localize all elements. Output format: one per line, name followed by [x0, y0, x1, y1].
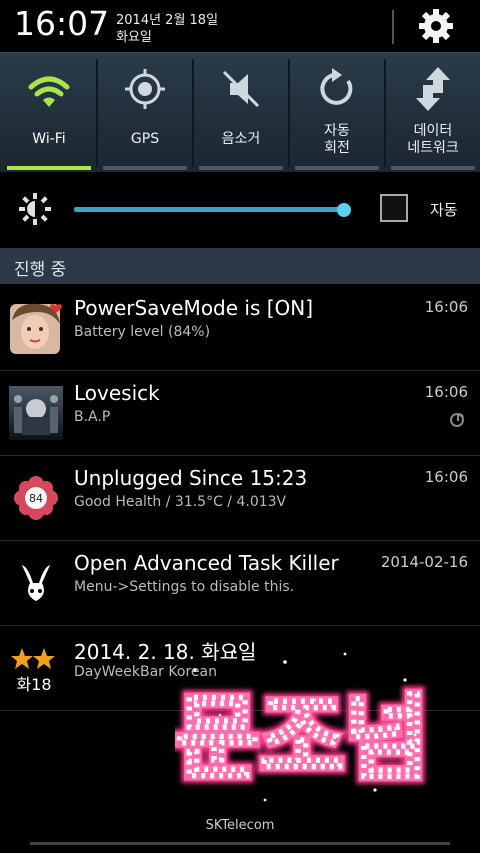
tile-status-bar — [391, 166, 475, 170]
brightness-slider-handle[interactable] — [337, 203, 352, 217]
tile-label: GPS — [130, 131, 160, 147]
brightness-slider-track[interactable] — [74, 207, 350, 212]
notification-subtitle: Battery level (84%) — [74, 324, 211, 340]
notification-subtitle: Menu->Settings to disable this. — [74, 579, 295, 595]
person-avatar-icon — [10, 303, 62, 354]
notification-title: PowerSaveMode is [ON] — [74, 296, 314, 320]
tile-auto-rotate[interactable]: 자동 회전 — [290, 53, 386, 173]
gear-icon[interactable] — [416, 6, 456, 46]
tile-label: 음소거 — [221, 131, 261, 147]
rotate-icon — [320, 68, 353, 105]
section-title: 진행 중 — [14, 260, 67, 280]
ongoing-section-header: 진행 중 — [0, 248, 480, 284]
drag-handle[interactable] — [30, 842, 450, 845]
notification-time: 16:06 — [424, 383, 468, 401]
notification-battery[interactable]: 84 Unplugged Since 15:23 Good Health / 3… — [0, 456, 480, 541]
data-network-icon — [416, 67, 450, 111]
notification-title: Open Advanced Task Killer — [74, 551, 339, 575]
tile-label-line1: 데이터 — [413, 123, 453, 139]
tile-label: Wi-Fi — [32, 131, 66, 147]
decor-text-sparkle: 문조넘 — [175, 685, 429, 792]
tile-wifi[interactable]: Wi-Fi — [2, 53, 98, 173]
tile-status-bar — [7, 166, 91, 170]
mute-icon — [222, 70, 260, 108]
bunny-logo-icon — [22, 565, 50, 601]
tile-mute[interactable]: 음소거 — [194, 53, 290, 173]
notification-time: 2014-02-16 — [380, 553, 468, 571]
auto-brightness-checkbox[interactable] — [380, 194, 408, 222]
tile-gps[interactable]: GPS — [98, 53, 194, 173]
tile-status-bar — [295, 166, 379, 170]
tile-label-line2: 네트워크 — [407, 140, 459, 156]
tile-data-network[interactable]: 데이터 네트워크 — [386, 53, 480, 173]
wifi-icon — [28, 76, 70, 107]
status-bar: 16:07 2014년 2월 18일 화요일 — [0, 0, 480, 52]
album-art-icon — [9, 386, 63, 440]
quick-settings-panel: Wi-Fi GPS 음소거 자동 회전 데이터 네트워크 — [0, 52, 480, 173]
star-calendar-icon: 화18 — [11, 648, 55, 694]
brightness-row: 자동 — [0, 172, 480, 248]
tile-status-bar — [103, 166, 187, 170]
tile-label-line1: 자동 — [324, 123, 350, 139]
brightness-icon — [19, 193, 51, 225]
notification-time: 16:06 — [424, 298, 468, 316]
notification-music[interactable]: Lovesick B.A.P 16:06 — [0, 371, 480, 456]
notification-subtitle: B.A.P — [74, 409, 111, 425]
tile-status-bar — [199, 166, 283, 170]
notification-subtitle: Good Health / 31.5°C / 4.013V — [74, 494, 287, 510]
notification-title: Lovesick — [74, 381, 160, 405]
battery-level-text: 84 — [29, 492, 43, 505]
battery-flower-icon: 84 — [14, 476, 58, 520]
notification-time: 16:06 — [424, 468, 468, 486]
notification-title: Unplugged Since 15:23 — [74, 466, 308, 490]
notification-powersave[interactable]: PowerSaveMode is [ON] Battery level (84%… — [0, 286, 480, 371]
calendar-day-text: 화18 — [16, 675, 51, 694]
decorative-lettering: 문조넘 문조넘 문조넘 — [175, 650, 430, 802]
music-note-icon — [450, 413, 464, 427]
gps-icon — [125, 69, 165, 109]
clock: 16:07 — [14, 4, 110, 43]
auto-brightness-label: 자동 — [430, 201, 458, 219]
divider — [392, 10, 394, 44]
carrier-label: SKTelecom — [205, 818, 275, 833]
notification-task-killer[interactable]: Open Advanced Task Killer Menu->Settings… — [0, 541, 480, 626]
weekday-line: 화요일 — [116, 30, 152, 45]
tile-label-line2: 회전 — [324, 140, 350, 156]
